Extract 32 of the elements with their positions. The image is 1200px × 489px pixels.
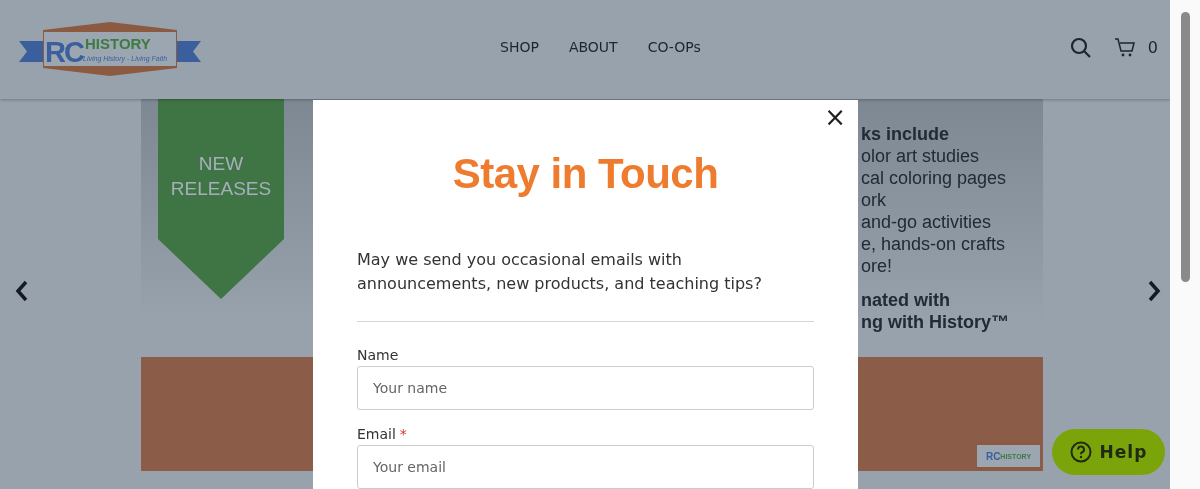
input-field[interactable]: Your email xyxy=(357,445,814,489)
banner-text: ore! xyxy=(861,255,894,277)
field-label: Name xyxy=(357,347,399,363)
nav-link[interactable]: SHOP xyxy=(500,38,539,55)
nav-link[interactable]: ABOUT xyxy=(568,38,618,55)
small-logo-initials: RC xyxy=(985,450,1001,462)
banner-text: e, hands-on crafts xyxy=(861,233,1007,255)
banner-text: nated with xyxy=(861,289,951,311)
cart-icon[interactable] xyxy=(1113,37,1136,58)
field-label: Email xyxy=(357,426,396,442)
next-slide-icon[interactable] xyxy=(1147,280,1161,302)
dialog-title: Stay in Touch xyxy=(451,150,720,198)
banner-text: ork xyxy=(861,189,887,211)
banner-text: cal coloring pages xyxy=(861,167,1008,189)
close-button[interactable]: × xyxy=(820,104,850,130)
cart-count: 0 xyxy=(1147,38,1158,57)
required-mark: * xyxy=(399,426,407,442)
nav-link[interactable]: CO-OPs xyxy=(647,38,701,55)
dialog-message: May we send you occasional emails with announcements, new products, and teaching tips? xyxy=(357,249,763,295)
logo-initials: RC xyxy=(45,35,83,68)
previous-slide-icon[interactable] xyxy=(15,280,29,302)
banner-text: ng with History™ xyxy=(861,311,1010,333)
input-field[interactable]: Your name xyxy=(357,366,814,410)
ribbon-text: NEW RELEASES xyxy=(169,152,273,201)
logo-wordmark: HISTORY xyxy=(85,34,151,52)
help-icon xyxy=(1069,441,1092,463)
scrollbar-thumb[interactable] xyxy=(1180,12,1190,282)
banner-text: ks include xyxy=(861,123,951,145)
search-icon[interactable] xyxy=(1069,36,1092,59)
banner-text: olor art studies xyxy=(861,145,981,167)
help-button[interactable]: Help xyxy=(1052,429,1165,475)
banner-text: and-go activities xyxy=(861,211,993,233)
